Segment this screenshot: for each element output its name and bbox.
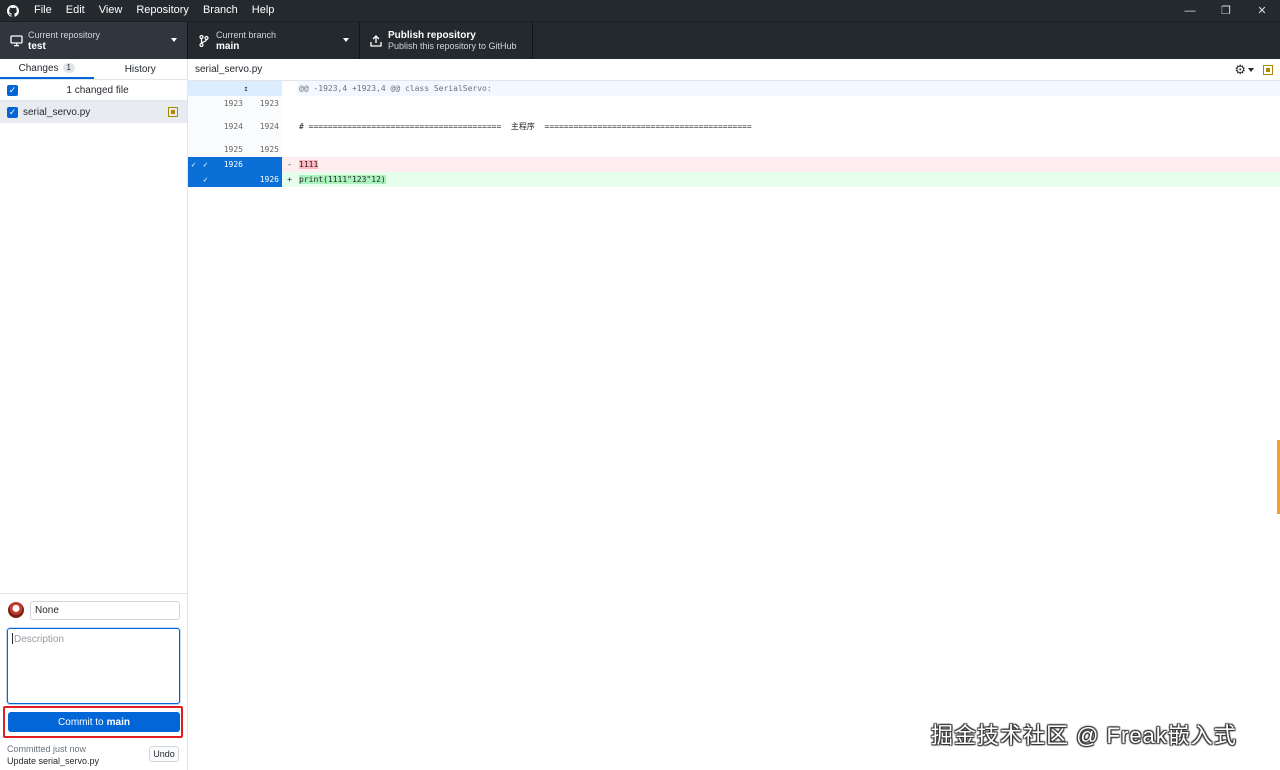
new-line-number [246,157,282,172]
menu-view[interactable]: View [92,0,130,21]
diff-tools: ⚙ [1234,63,1273,76]
file-modified-icon [168,107,178,117]
diff-view: ↥ @@ -1923,4 +1923,4 @@ class SerialServ… [188,81,1280,187]
desktop-icon [5,35,27,47]
commit-button[interactable]: Commit to main [8,712,180,732]
current-repository-button[interactable]: Current repository test [0,22,188,60]
file-modified-icon [1263,64,1273,75]
toolbar: Current repository test Current branch m… [0,21,1280,60]
github-logo-icon [0,0,26,21]
diff-header: serial_servo.py ⚙ [188,59,1280,81]
addition-marker: + [282,172,297,187]
commit-description-input[interactable]: Description [7,628,180,704]
menu-repository[interactable]: Repository [129,0,196,21]
file-name: serial_servo.py [23,106,91,118]
file-list-item[interactable]: ✓ serial_servo.py [0,101,187,123]
last-commit-time: Committed just now [7,744,87,754]
restore-icon[interactable]: ❐ [1208,0,1244,21]
publish-desc: Publish this repository to GitHub [388,41,517,51]
new-line-number: 1924 [246,111,282,142]
diff-line: 1925 1925 [188,142,1280,157]
menu-bar: File Edit View Repository Branch Help [26,0,281,21]
sidebar: Changes 1 History ✓ 1 changed file ✓ ser… [0,59,188,770]
last-commit-info: Committed just now Update serial_servo.p… [7,744,99,767]
line-code: print(1111"123"12) [297,172,1280,187]
tab-changes-label: Changes [18,62,59,74]
changed-files-count: 1 changed file [66,84,129,96]
line-code: 1111 [297,157,1280,172]
description-placeholder: Description [14,634,65,645]
new-line-number: 1923 [246,96,282,111]
diff-line: 1923 1923 [188,96,1280,111]
hunk-header-row: ↥ @@ -1923,4 +1923,4 @@ class SerialServ… [188,81,1280,96]
line-check-icon: ✓ [203,175,208,184]
tab-history-label: History [124,63,156,75]
undo-button[interactable]: Undo [149,746,179,762]
hunk-header: @@ -1923,4 +1923,4 @@ class SerialServo: [297,81,1280,96]
hunk-select-check-icon[interactable]: ✓ [188,157,199,172]
chevron-down-icon [343,38,349,42]
menu-branch[interactable]: Branch [196,0,245,21]
upload-icon [365,35,387,47]
publish-repository-button[interactable]: Publish repository Publish this reposito… [360,22,533,60]
publish-title: Publish repository [388,30,476,41]
new-line-number: 1926 [246,172,282,187]
commit-button-prefix: Commit to [58,716,104,728]
repository-name: test [28,41,46,52]
window-controls: — ❐ ✕ [1172,0,1280,21]
menu-help[interactable]: Help [245,0,282,21]
old-line-number: ✓ 1926 [199,157,246,172]
old-line-number: 1925 [199,142,246,157]
old-line-number: 1923 [199,96,246,111]
sidebar-tabs: Changes 1 History [0,59,187,80]
changes-count-badge: 1 [62,63,75,73]
tab-changes[interactable]: Changes 1 [0,59,94,79]
old-line-number: ✓ [199,172,246,187]
diff-line-added[interactable]: ✓ 1926 + print(1111"123"12) [188,172,1280,187]
title-bar: File Edit View Repository Branch Help — … [0,0,1280,21]
chevron-down-icon[interactable] [1248,67,1254,72]
watermark: 掘金技术社区 @ Freak嵌入式 [931,723,1237,748]
current-branch-button[interactable]: Current branch main [188,22,360,60]
diff-file-name: serial_servo.py [195,64,263,75]
expand-up-icon[interactable]: ↥ [239,81,253,96]
minimize-icon[interactable]: — [1172,0,1208,21]
repository-desc: Current repository [28,30,101,40]
tab-history[interactable]: History [94,59,188,79]
changed-files-header: ✓ 1 changed file [0,80,187,101]
new-line-number: 1925 [246,142,282,157]
gear-icon[interactable]: ⚙ [1234,63,1246,76]
branch-desc: Current branch [216,30,277,40]
avatar [8,602,24,618]
diff-line: 1924 1924 # ============================… [188,111,1280,142]
line-code: # ======================================… [299,122,752,131]
chevron-down-icon [171,38,177,42]
commit-summary-input[interactable]: None [30,601,180,620]
file-checkbox[interactable]: ✓ [7,106,18,118]
select-all-checkbox[interactable]: ✓ [7,84,18,96]
old-line-number: 1924 [199,111,246,142]
line-check-icon: ✓ [203,160,208,169]
branch-name: main [216,41,240,52]
menu-edit[interactable]: Edit [59,0,92,21]
close-icon[interactable]: ✕ [1244,0,1280,21]
menu-file[interactable]: File [26,0,59,21]
deletion-marker: - [282,157,297,172]
last-commit-message: Update serial_servo.py [7,756,100,766]
commit-form: None Description Commit to main Committe… [0,593,187,770]
branch-icon [193,35,215,47]
diff-line-deleted[interactable]: ✓ ✓ 1926 - 1111 [188,157,1280,172]
commit-button-branch: main [106,716,130,728]
